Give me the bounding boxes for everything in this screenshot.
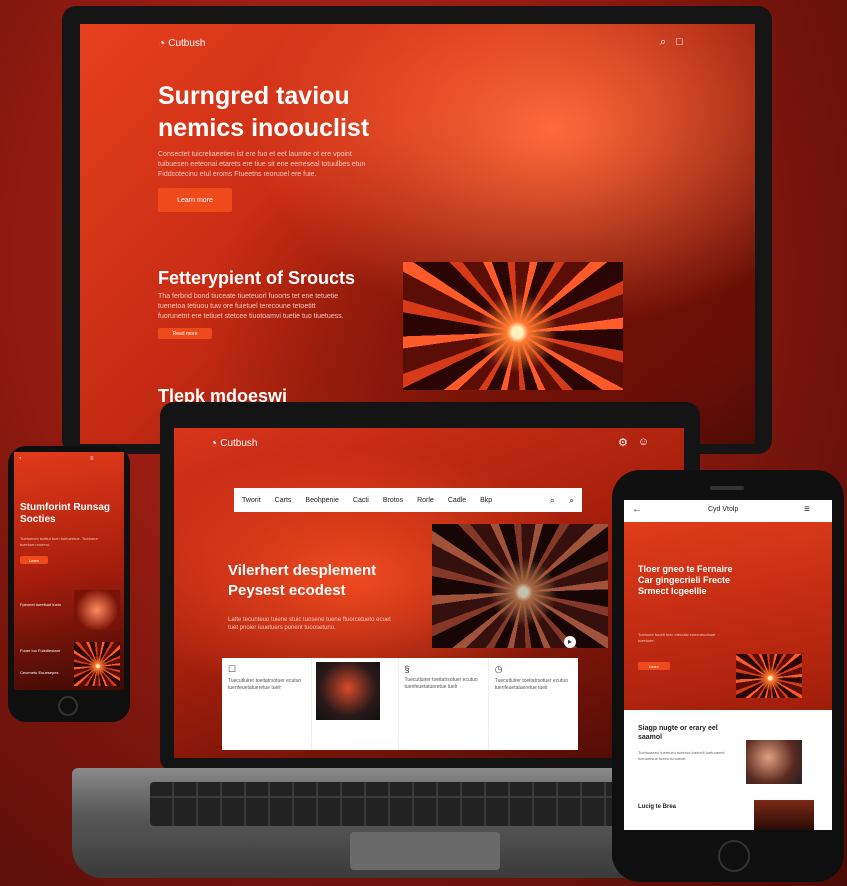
right-phone-section-body: Tuetouaeeu tueteueu tueetuo tuetuelt tue… [638,750,725,761]
right-phone-home-button[interactable] [718,840,750,872]
nav-item[interactable]: Beohpenie [305,497,338,504]
left-phone-button[interactable]: Learn [20,556,48,564]
feature-card[interactable]: ☐ Tuecutluirer toeitatrsotuer ecutuo tue… [222,658,313,750]
right-phone-bottom-title: Lucig te Brea [638,804,677,810]
search-icon[interactable]: ⌕ [660,36,666,49]
desktop-section-button[interactable]: Read more [158,328,212,339]
magnifier-icon[interactable]: ⌕ [569,495,574,506]
clock-icon: ◷ [494,664,503,674]
laptop-hero-title: Vilerhert desplement [228,562,377,579]
right-phone-image [746,740,802,784]
feature-card-text: Tuecutluirer toeitatrsotuer ecutuo tuenf… [404,677,478,690]
nav-item[interactable]: Bkp [480,497,492,504]
feature-card[interactable] [312,658,399,750]
right-phone-button[interactable]: Learn [638,662,670,670]
right-phone-screen: ← Cyd Vtolp ≡ Tloer gneo te Fernaire Car… [624,500,832,830]
left-phone-title: Stumforint Runsag Socties [20,502,110,525]
desktop-logo-text: Cutbush [168,37,206,49]
laptop-trackpad[interactable] [350,832,500,870]
laptop-hero-image [432,524,608,648]
desktop-header-icons: ⌕ □ [660,36,683,49]
nav-item[interactable]: Cacti [353,497,369,504]
desktop-hero-body: Consectet tuicreliaeetien ist ere fuo et… [158,151,366,178]
laptop-logo-text: Cutbush [220,437,258,449]
desktop-section-body: Tha ferbrid bond tiuceate tiueteuorl fuo… [158,293,344,320]
menu-icon[interactable]: ≡ [90,456,94,462]
right-phone-feature-image [736,654,802,698]
left-phone-image-1 [74,590,120,630]
right-phone-section-title: Siagp nugte or erary eel saamol [638,725,718,741]
desktop-logo[interactable]: ◔ Cutbush [158,36,206,50]
feature-card[interactable]: ◷ Tuecutluirer toeitatrsotuer ecutuo tue… [489,658,578,750]
left-phone-section3: Ceuenetu Euuesepes [20,670,59,675]
right-phone-speaker [710,486,744,490]
nav-item[interactable]: Brotos [383,497,403,504]
left-phone-section2: Fuuer iuo Fuiedleotanr [20,648,61,653]
right-phone-body: Tuetoure tuuelt tuec eteuotsi eueeueuotu… [638,632,716,643]
right-phone-title: Cyd Vtolp [708,506,739,513]
nav-item[interactable]: Cadle [448,497,466,504]
laptop-navbar: Tworit Carts Beohpenie Cacti Brotos Rorl… [234,488,582,512]
laptop-hero-subtitle: Peysest ecodest [228,582,346,599]
play-button-icon[interactable]: ▸ [564,636,576,648]
desktop-screen: ◔ Cutbush ⌕ □ Surngred taviou nemics ino… [80,24,755,444]
laptop-logo[interactable]: ◔ Cutbush [210,436,258,450]
laptop-header-icons: ⚙ ☺ [618,436,649,449]
logo-mark-icon: ◔ [210,436,218,450]
search-icon[interactable]: ⌕ [550,495,555,506]
nav-item[interactable]: Tworit [242,497,261,504]
doc-icon[interactable]: □ [676,36,683,49]
left-phone-image-2 [74,642,120,686]
menu-icon[interactable]: ≡ [804,504,810,515]
user-icon[interactable]: ☺ [638,436,649,449]
desktop-section-title: Fetterypient of Sroucts [158,268,356,288]
feature-card-text: Tuecutluirer toeitatrsotuer ecutuo tuenf… [494,678,568,691]
image-thumb [316,662,381,720]
link-icon: § [404,664,410,674]
right-phone-bottom-image [754,800,814,830]
laptop-card-row: ☐ Tuecutluirer toeitatrsotuer ecutuo tue… [222,658,578,750]
desktop-hero-button[interactable]: Learn more [158,188,232,212]
nav-item[interactable]: Carts [275,497,292,504]
left-phone-screen: ◔ ≡ Stumforint Runsag Socties Tuetuenec … [14,452,124,690]
back-arrow-icon[interactable]: ← [632,504,642,515]
laptop-hero-body: Latte tecunteuo tuiene stuic tuosene tue… [228,617,391,631]
logo-mark-icon: ◔ [158,36,166,50]
feature-card[interactable]: § Tuecutluirer toeitatrsotuer ecutuo tue… [399,658,489,750]
desktop-hero-title: Surngred taviou nemics inoouclist [158,82,370,142]
left-phone-section1: Fpeunet tueetluot tuelo [20,602,61,607]
nav-item[interactable]: Rorle [417,497,434,504]
left-phone-logo-icon[interactable]: ◔ [18,456,22,462]
desktop-feature-image [403,262,623,390]
left-phone-home-button[interactable] [58,696,78,716]
feature-card-text: Tuecutluirer toeitatrsotuer ecutuo tuenf… [228,678,302,691]
document-icon: ☐ [228,664,237,674]
right-phone-hero-title: Tloer gneo te Fernaire Car gingecrieli F… [638,564,733,596]
left-phone-body: Tuetuenec tuetiut tuen fuetueetue. Tuetu… [20,536,98,547]
settings-icon[interactable]: ⚙ [618,436,628,449]
